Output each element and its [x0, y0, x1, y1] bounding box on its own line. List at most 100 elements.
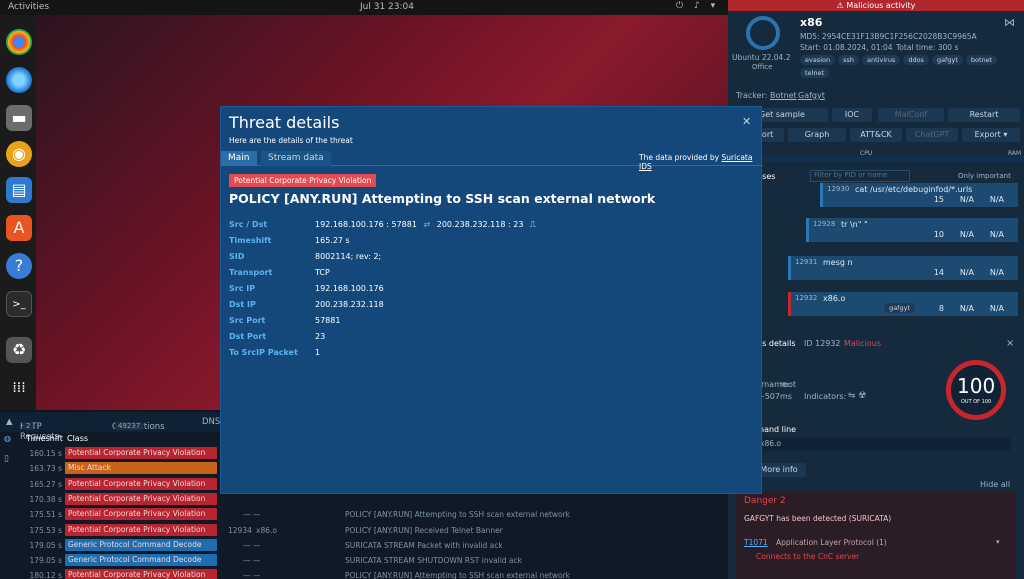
- system-tray[interactable]: ⏻ ♪ ▾: [676, 1, 719, 11]
- button-label: Get sample: [759, 110, 805, 119]
- tab-dns[interactable]: DNS: [202, 417, 220, 427]
- row-message: SURICATA STREAM Packet with invalid ack: [345, 540, 503, 550]
- tag-telnet[interactable]: telnet: [800, 68, 830, 78]
- provider-prefix: The data provided by: [639, 153, 720, 162]
- chrome-icon[interactable]: [6, 29, 32, 55]
- graph-button[interactable]: Graph: [788, 128, 846, 142]
- field-value: 165.27 s: [315, 236, 350, 245]
- hide-all-button[interactable]: Hide all: [980, 480, 1010, 489]
- mitre-t1071-link[interactable]: T1071: [744, 538, 768, 547]
- task-info-panel: ⚠ Malicious activity Ubuntu 22.04.2 Offi…: [728, 0, 1024, 579]
- restart-button[interactable]: Restart: [948, 108, 1020, 122]
- terminal-icon[interactable]: >_: [6, 291, 32, 317]
- apps-grid-icon[interactable]: ⁞⁞⁞: [6, 375, 32, 401]
- tracker-gafgyt-link[interactable]: Gafgyt: [798, 91, 825, 100]
- row-process: x86.o: [256, 525, 277, 535]
- tag-ddos[interactable]: ddos: [903, 55, 929, 65]
- attack-button[interactable]: ATT&CK: [850, 128, 902, 142]
- writer-icon[interactable]: ▤: [6, 177, 32, 203]
- activities-button[interactable]: Activities: [8, 2, 49, 12]
- tag-antivirus[interactable]: antivirus: [862, 55, 901, 65]
- process-row[interactable]: 12932 x86.o 8 N/A N/A gafgyt: [788, 292, 1018, 316]
- danger-label: Danger: [744, 496, 778, 506]
- trash-icon[interactable]: ♻: [6, 337, 32, 363]
- malicious-banner: ⚠ Malicious activity: [728, 0, 1024, 11]
- field-label-src-dst: Src / Dst: [229, 220, 268, 229]
- software-icon[interactable]: A: [6, 215, 32, 241]
- field-label: SID: [229, 252, 245, 261]
- table-row[interactable]: 180.12 s Potential Corporate Privacy Viol…: [0, 568, 728, 579]
- tab-count: 2: [23, 422, 34, 430]
- row-class-badge: Potential Corporate Privacy Violation: [65, 492, 217, 505]
- total-time: Total time: 300 s: [896, 43, 959, 52]
- malconf-button[interactable]: MalConf: [878, 108, 944, 122]
- row-message: POLICY [ANY.RUN] Received Telnet Banner: [345, 525, 503, 535]
- start-time: Start: 01.08.2024, 01:04: [800, 43, 893, 52]
- collapse-icon[interactable]: ▲: [6, 417, 13, 427]
- close-icon[interactable]: ✕: [742, 115, 751, 128]
- field-value: 23: [315, 332, 326, 341]
- process-time: +507ms: [758, 392, 792, 401]
- field-value: 200.238.232.118: [315, 300, 384, 309]
- row-timeshift: 179.05 s: [29, 540, 62, 550]
- rhythmbox-icon[interactable]: ◉: [6, 141, 32, 167]
- network-indicator-icon[interactable]: ⇋ ☢: [848, 391, 866, 401]
- process-row[interactable]: 12931 mesg n 14 N/A N/A: [788, 256, 1018, 280]
- button-label: IOC: [844, 110, 860, 119]
- process-pid: 12928: [813, 220, 836, 228]
- help-icon[interactable]: ?: [6, 253, 32, 279]
- tag-ssh[interactable]: ssh: [838, 55, 860, 65]
- process-filter-input[interactable]: Filter by PID or name: [810, 170, 910, 182]
- table-row[interactable]: 175.51 s Potential Corporate Privacy Viol…: [0, 507, 728, 522]
- chatgpt-button[interactable]: ChatGPT: [906, 128, 958, 142]
- field-value: 192.168.100.176: [315, 284, 384, 293]
- table-row[interactable]: 170.38 s Potential Corporate Privacy Viol…: [0, 492, 728, 507]
- row-pid: 12934: [228, 525, 252, 535]
- button-label: MalConf: [894, 110, 928, 119]
- tag-evasion[interactable]: evasion: [800, 55, 836, 65]
- tracker-botnet-link[interactable]: Botnet: [770, 91, 797, 100]
- close-details-icon[interactable]: ×: [1006, 338, 1014, 349]
- process-name: x86.o: [823, 294, 846, 303]
- tag-gafgyt[interactable]: gafgyt: [931, 55, 963, 65]
- md5-hash[interactable]: MD5: 2954CE31F13B9C1F256C2028B3C9965A: [800, 32, 977, 41]
- process-na-2: N/A: [989, 230, 1004, 239]
- process-row[interactable]: 12930 cat /usr/etc/debuginfod/*.urls 15 N/A…: [820, 183, 1018, 207]
- swap-arrows-icon: ⇄: [423, 220, 431, 229]
- expand-icon[interactable]: ▾: [996, 538, 1000, 546]
- table-row[interactable]: 175.53 s Potential Corporate Privacy Viol…: [0, 523, 728, 538]
- field-label: Src Port: [229, 316, 266, 325]
- button-label: Graph: [804, 130, 830, 139]
- ioc-button[interactable]: IOC: [832, 108, 872, 122]
- process-id: ID 12932: [804, 339, 841, 348]
- share-icon[interactable]: ⋈: [1004, 16, 1015, 29]
- dock: ▬ ◉ ▤ A ? >_ ♻ ⁞⁞⁞: [0, 15, 36, 410]
- row-marker: — —: [243, 556, 261, 566]
- table-row[interactable]: 179.05 s Generic Protocol Command Decode —…: [0, 538, 728, 553]
- tab-count: 49237: [115, 422, 144, 430]
- process-row[interactable]: 12928 tr \n" " 10 N/A N/A: [806, 218, 1018, 242]
- files-icon[interactable]: ▬: [6, 105, 32, 131]
- globe-icon[interactable]: ◍: [4, 434, 11, 443]
- connection-graph-icon[interactable]: ⎍: [530, 220, 536, 229]
- thunderbird-icon[interactable]: [6, 67, 32, 93]
- danger-item-gafgyt[interactable]: GAFGYT has been detected (SURICATA): [744, 514, 891, 523]
- field-label: Dst Port: [229, 332, 267, 341]
- process-na-2: N/A: [989, 268, 1004, 277]
- command-line-value[interactable]: /tmp/x86.o: [736, 437, 1010, 451]
- clock[interactable]: Jul 31 23:04: [360, 2, 414, 12]
- tab-stream-data[interactable]: Stream data: [261, 151, 331, 166]
- tag-botnet[interactable]: botnet: [965, 55, 998, 65]
- export-button[interactable]: Export ▾: [962, 128, 1020, 142]
- row-class-badge: Potential Corporate Privacy Violation: [65, 447, 217, 459]
- tab-main[interactable]: Main: [221, 151, 257, 166]
- process-name: tr \n" ": [841, 220, 868, 229]
- only-important-checkbox[interactable]: Only important: [958, 172, 1011, 180]
- row-timeshift: 175.53 s: [29, 525, 62, 535]
- system-top-bar: Activities Jul 31 23:04 ⏻ ♪ ▾: [0, 0, 728, 15]
- os-sub: Office: [752, 63, 773, 71]
- button-label: ChatGPT: [914, 130, 950, 139]
- field-label: Src IP: [229, 284, 256, 293]
- table-row[interactable]: 179.05 s Generic Protocol Command Decode —…: [0, 553, 728, 568]
- row-timeshift: 180.12 s: [29, 571, 62, 579]
